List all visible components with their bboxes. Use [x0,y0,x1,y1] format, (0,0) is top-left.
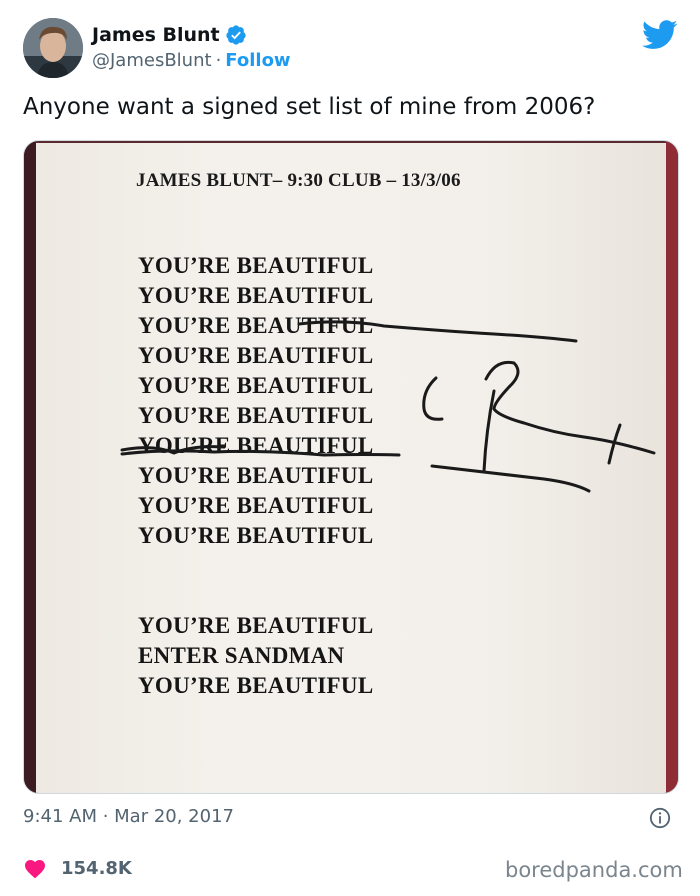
tweet-photo[interactable]: JAMES BLUNT– 9:30 CLUB – 13/3/06 YOU’RE … [23,140,679,794]
like-row: 154.8K [23,854,132,882]
avatar[interactable] [23,18,83,78]
setlist-song: YOU’RE BEAUTIFUL [138,373,374,398]
handle-separator: · [215,50,222,71]
setlist-song: YOU’RE BEAUTIFUL [138,673,374,698]
tweet-text: Anyone want a signed set list of mine fr… [23,94,596,120]
tweet-header: James Blunt @JamesBlunt · Follow [0,0,700,100]
setlist-song: YOU’RE BEAUTIFUL [138,433,374,458]
author-name[interactable]: James Blunt [92,24,220,46]
setlist-song: YOU’RE BEAUTIFUL [138,283,374,308]
setlist-song: YOU’RE BEAUTIFUL [138,523,374,548]
verified-badge-icon [226,25,246,45]
photo-background-left [24,141,36,793]
setlist-song: YOU’RE BEAUTIFUL [138,463,374,488]
setlist-song: YOU’RE BEAUTIFUL [138,253,374,278]
follow-button[interactable]: Follow [225,50,290,71]
heart-icon[interactable] [23,857,47,879]
setlist-paper: JAMES BLUNT– 9:30 CLUB – 13/3/06 YOU’RE … [36,143,668,793]
source-watermark: boredpanda.com [505,858,683,882]
setlist-song: YOU’RE BEAUTIFUL [138,403,374,428]
setlist-song: ENTER SANDMAN [138,643,345,668]
setlist-song: YOU’RE BEAUTIFUL [138,343,374,368]
info-icon[interactable] [649,807,671,829]
author-handle[interactable]: @JamesBlunt [92,50,212,71]
setlist-song: YOU’RE BEAUTIFUL [138,493,374,518]
twitter-bird-icon[interactable] [642,20,678,50]
like-count[interactable]: 154.8K [61,858,132,879]
setlist-title: JAMES BLUNT– 9:30 CLUB – 13/3/06 [136,170,461,191]
photo-background-right [666,141,678,793]
setlist-song: YOU’RE BEAUTIFUL [138,313,374,338]
setlist-song: YOU’RE BEAUTIFUL [138,613,374,638]
tweet-timestamp[interactable]: 9:41 AM · Mar 20, 2017 [23,806,234,827]
